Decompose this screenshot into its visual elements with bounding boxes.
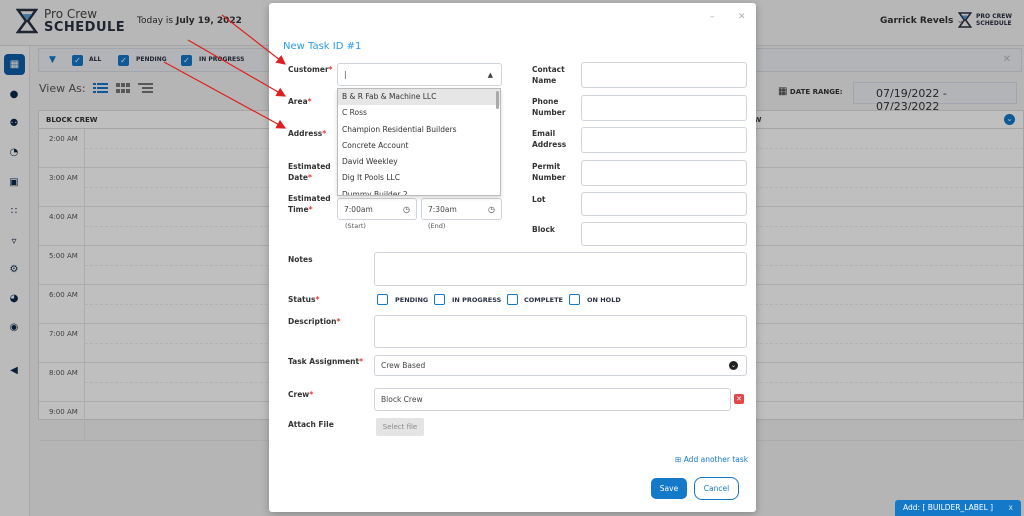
task-assignment-select[interactable]: Crew Based ⌄ (374, 355, 747, 376)
block-label: Block (532, 225, 555, 234)
notes-label: Notes (288, 255, 313, 264)
permit-number-input[interactable] (581, 160, 747, 186)
status-label: Status* (288, 295, 320, 304)
add-another-task-label: Add another task (683, 455, 749, 464)
email-address-input[interactable] (581, 127, 747, 153)
clock-icon: ◷ (403, 204, 410, 214)
lot-label: Lot (532, 195, 546, 204)
modal-title: New Task ID #1 (283, 41, 362, 52)
save-button[interactable]: Save (651, 478, 687, 499)
description-label: Description* (288, 317, 341, 326)
status-in-progress-checkbox[interactable] (434, 294, 445, 305)
start-caption: (Start) (345, 222, 366, 230)
contact-name-input[interactable] (581, 62, 747, 88)
add-badge-text: Add: [ BUILDER_LABEL ] (903, 503, 994, 512)
status-on-hold-checkbox[interactable] (569, 294, 580, 305)
customer-value: | (344, 70, 347, 79)
new-task-modal: – ✕ New Task ID #1 Customer* Area* Addre… (269, 3, 756, 512)
end-time-input[interactable]: 7:30am ◷ (421, 198, 502, 220)
close-badge-icon[interactable]: x (1009, 503, 1013, 512)
status-on-hold-label: ON HOLD (587, 296, 621, 304)
description-textarea[interactable] (374, 315, 747, 348)
select-file-button[interactable]: Select file (376, 418, 424, 436)
status-pending-label: PENDING (395, 296, 429, 304)
cancel-button[interactable]: Cancel (694, 477, 739, 500)
customer-option[interactable]: David Weekley (338, 154, 500, 170)
chevron-down-icon: ⌄ (729, 361, 738, 370)
crew-label: Crew* (288, 390, 314, 399)
add-another-task-link[interactable]: ⊞ Add another task (675, 455, 748, 464)
minimize-icon[interactable]: – (710, 12, 715, 22)
end-time-value: 7:30am (428, 204, 457, 214)
permit-number-label: Permit Number (532, 162, 566, 182)
status-in-progress-label: IN PROGRESS (452, 296, 502, 304)
area-label: Area* (288, 97, 312, 106)
customer-option[interactable]: Dig It Pools LLC (338, 170, 500, 186)
customer-option[interactable]: Champion Residential Builders (338, 122, 500, 138)
customer-option[interactable]: Concrete Account (338, 138, 500, 154)
plus-square-icon: ⊞ (675, 455, 682, 464)
task-assignment-value: Crew Based (381, 361, 426, 370)
status-complete-checkbox[interactable] (507, 294, 518, 305)
customer-select[interactable]: | ▲ (337, 63, 502, 86)
task-assignment-label: Task Assignment* (288, 357, 364, 366)
add-builder-label-badge[interactable]: Add: [ BUILDER_LABEL ] x (895, 500, 1021, 516)
notes-textarea[interactable] (374, 252, 747, 286)
estimated-time-label: Estimated Time* (288, 194, 331, 214)
block-input[interactable] (581, 222, 747, 246)
customer-option[interactable]: B & R Fab & Machine LLC (338, 89, 500, 106)
customer-label: Customer* (288, 65, 333, 74)
dropdown-scrollbar[interactable] (496, 91, 499, 109)
customer-option[interactable]: Dummy Builder 2 (338, 187, 500, 195)
close-icon[interactable]: ✕ (738, 12, 746, 22)
clock-icon: ◷ (488, 204, 495, 214)
start-time-input[interactable]: 7:00am ◷ (337, 198, 417, 220)
phone-number-label: Phone Number (532, 97, 566, 117)
customer-dropdown-list: B & R Fab & Machine LLC C Ross Champion … (337, 88, 501, 196)
crew-select[interactable]: Block Crew (374, 388, 731, 411)
start-time-value: 7:00am (344, 204, 373, 214)
caret-down-icon: ▲ (487, 70, 493, 79)
end-caption: (End) (428, 222, 446, 230)
contact-name-label: Contact Name (532, 65, 565, 85)
crew-value: Block Crew (381, 395, 423, 404)
attach-file-label: Attach File (288, 420, 334, 429)
remove-crew-icon[interactable]: ✕ (734, 394, 744, 404)
lot-input[interactable] (581, 192, 747, 216)
customer-option[interactable]: C Ross (338, 105, 500, 121)
email-address-label: Email Address (532, 129, 567, 149)
estimated-date-label: Estimated Date* (288, 162, 331, 182)
phone-number-input[interactable] (581, 95, 747, 121)
address-label: Address* (288, 129, 327, 138)
status-complete-label: COMPLETE (524, 296, 563, 304)
status-pending-checkbox[interactable] (377, 294, 388, 305)
